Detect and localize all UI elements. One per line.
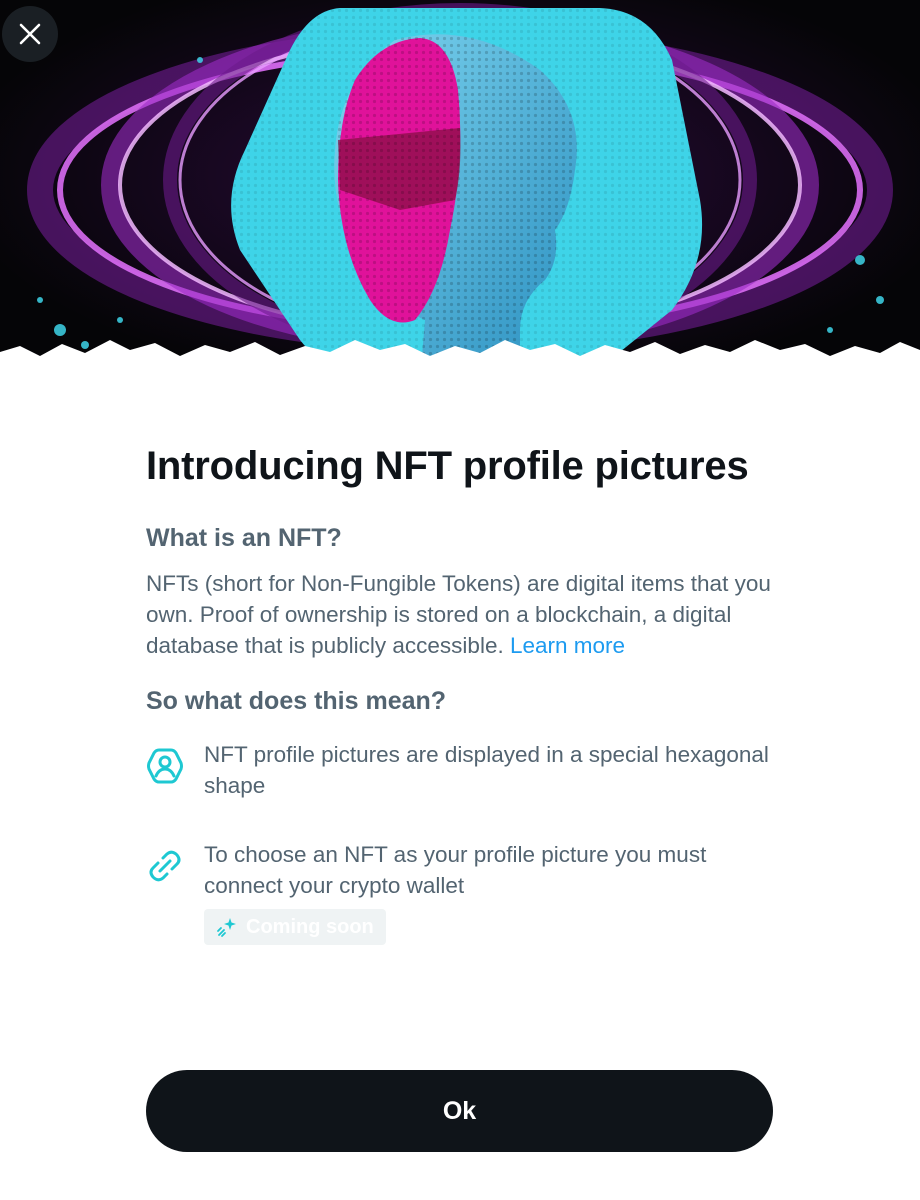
feature-text-hexagon: NFT profile pictures are displayed in a … bbox=[204, 742, 769, 798]
close-button[interactable] bbox=[2, 6, 58, 62]
feature-text-wallet: To choose an NFT as your profile picture… bbox=[204, 842, 707, 898]
modal-content: Introducing NFT profile pictures What is… bbox=[146, 440, 786, 983]
section-heading-what-is-nft: What is an NFT? bbox=[146, 524, 342, 552]
nft-definition-body: NFTs (short for Non-Fungible Tokens) are… bbox=[146, 571, 771, 658]
learn-more-link[interactable]: Learn more bbox=[510, 633, 625, 658]
ok-button[interactable]: Ok bbox=[146, 1070, 773, 1152]
close-icon bbox=[19, 23, 41, 45]
feature-item-hexagon: NFT profile pictures are displayed in a … bbox=[146, 739, 786, 801]
section-heading-meaning: So what does this mean? bbox=[146, 687, 447, 715]
nft-definition-text: NFTs (short for Non-Fungible Tokens) are… bbox=[146, 568, 786, 661]
hero-illustration bbox=[0, 0, 920, 390]
hexagon-avatar-icon bbox=[147, 748, 183, 784]
coming-soon-label: Coming soon bbox=[246, 915, 374, 938]
link-chain-icon bbox=[149, 850, 181, 882]
modal-title: Introducing NFT profile pictures bbox=[146, 444, 749, 488]
nft-artwork-image bbox=[0, 0, 920, 390]
nft-intro-modal: Introducing NFT profile pictures What is… bbox=[0, 0, 920, 1200]
coming-soon-badge: Coming soon bbox=[204, 909, 386, 945]
feature-item-wallet: To choose an NFT as your profile picture… bbox=[146, 839, 786, 945]
sparkle-icon bbox=[217, 918, 236, 937]
